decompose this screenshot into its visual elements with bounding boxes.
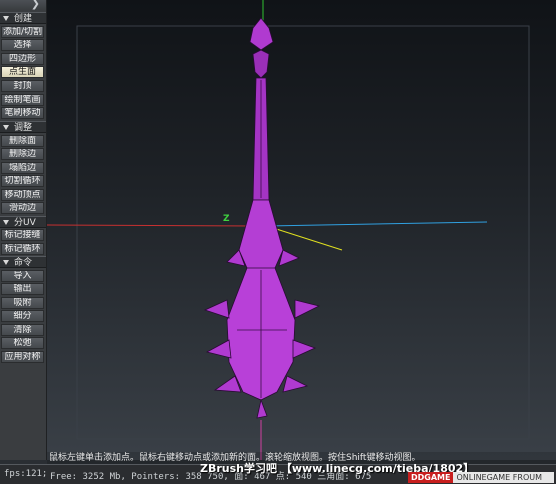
delete-face-button[interactable]: 删除面: [1, 135, 44, 147]
brand-logo-mark: DDGAME: [408, 472, 454, 483]
collapse-edge-button[interactable]: 塌陷边: [1, 162, 44, 174]
delete-edge-button[interactable]: 删除边: [1, 148, 44, 160]
slide-edge-button[interactable]: 滑动边: [1, 202, 44, 214]
collapse-triangle-icon: [3, 16, 9, 21]
mesh-spike-bottom: [256, 398, 268, 419]
mesh-spike-3: [203, 299, 230, 319]
mesh-spike-8: [282, 375, 309, 393]
app-window: ❯ 创建 添加/切割 选择 四边形 点生面 封顶 绘制笔画 笔刷移动 调整 删除…: [0, 0, 556, 484]
mark-loop-button[interactable]: 标记循环: [1, 243, 44, 255]
section-command-header[interactable]: 命令: [0, 256, 46, 268]
mesh-top-collar: [252, 49, 270, 79]
panel-corner: ❯: [0, 0, 46, 10]
3d-viewport[interactable]: Z: [47, 0, 556, 460]
brush-move-button[interactable]: 笔刷移动: [1, 107, 44, 119]
mesh-top-cap: [249, 17, 274, 51]
apply-symmetry-button[interactable]: 应用对称: [1, 351, 44, 363]
collapse-triangle-icon: [3, 220, 9, 225]
section-title: 分UV: [14, 218, 36, 228]
section-title: 调整: [14, 123, 33, 133]
tool-panel: ❯ 创建 添加/切割 选择 四边形 点生面 封顶 绘制笔画 笔刷移动 调整 删除…: [0, 0, 47, 460]
x-axis-negative: [47, 224, 268, 227]
select-button[interactable]: 选择: [1, 39, 44, 51]
brand-logo: DDGAME ONLINEGAME FROUM: [408, 472, 554, 483]
panel-logo: ❯: [30, 0, 40, 10]
section-title: 创建: [14, 14, 33, 24]
section-adjust-header[interactable]: 调整: [0, 121, 46, 133]
add-cut-button[interactable]: 添加/切割: [1, 26, 44, 38]
collapse-triangle-icon: [3, 125, 9, 130]
move-vertex-button[interactable]: 移动顶点: [1, 189, 44, 201]
viewport-scene: [47, 0, 530, 460]
subdivide-button[interactable]: 细分: [1, 310, 44, 322]
quad-button[interactable]: 四边形: [1, 53, 44, 65]
section-title: 命令: [14, 258, 33, 268]
collapse-triangle-icon: [3, 260, 9, 265]
snap-button[interactable]: 吸附: [1, 297, 44, 309]
mesh-spike-4: [294, 299, 321, 319]
brand-logo-sub: ONLINEGAME FROUM: [453, 472, 554, 483]
import-button[interactable]: 导入: [1, 270, 44, 282]
mark-seam-button[interactable]: 标记接缝: [1, 229, 44, 241]
mesh-spike-2: [278, 249, 300, 267]
z-axis-line: [266, 221, 488, 227]
cap-button[interactable]: 封顶: [1, 80, 44, 92]
cut-loop-button[interactable]: 切割循环: [1, 175, 44, 187]
view-frame: [76, 25, 530, 440]
z-axis-label: Z: [223, 214, 230, 224]
mesh-spike-5: [205, 339, 232, 359]
draw-stroke-button[interactable]: 绘制笔画: [1, 94, 44, 106]
mesh-head-upper: [238, 199, 284, 273]
section-create-header[interactable]: 创建: [0, 12, 46, 24]
mesh-spike-6: [292, 339, 317, 359]
export-button[interactable]: 输出: [1, 283, 44, 295]
fps-readout: fps:121;: [4, 469, 48, 479]
points-to-face-button[interactable]: 点生面: [1, 66, 44, 78]
section-uv-header[interactable]: 分UV: [0, 216, 46, 228]
relax-button[interactable]: 松弛: [1, 337, 44, 349]
clear-button[interactable]: 清除: [1, 324, 44, 336]
